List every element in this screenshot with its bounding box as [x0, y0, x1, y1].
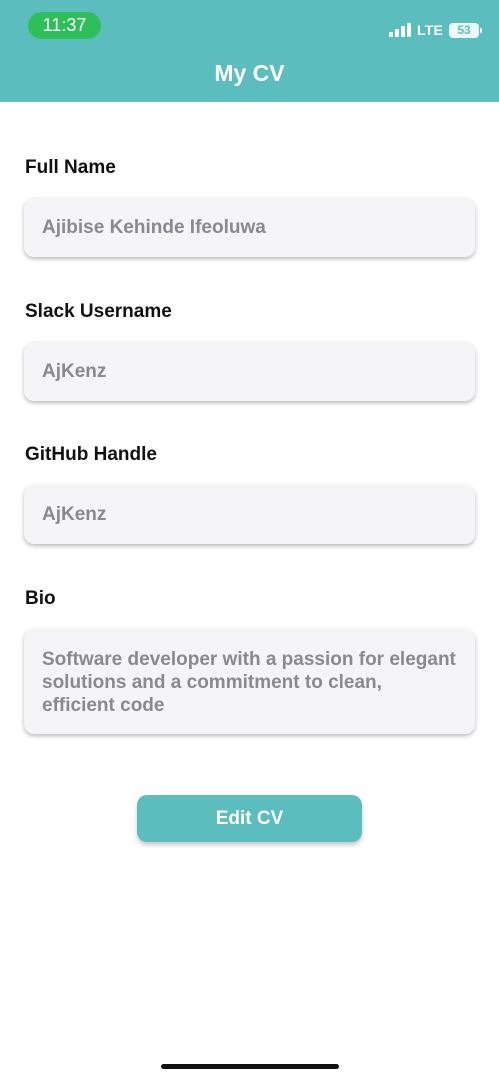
- home-indicator[interactable]: [161, 1064, 339, 1069]
- github-handle-field[interactable]: AjKenz: [24, 485, 475, 544]
- bio-label: Bio: [25, 588, 56, 609]
- battery-icon: 53: [449, 22, 482, 38]
- full-name-label: Full Name: [25, 157, 116, 178]
- slack-username-label: Slack Username: [25, 301, 172, 322]
- my-cv-screen: 11:37 LTE 53 My CV Full Name Ajibise Keh…: [0, 0, 499, 1080]
- status-indicators: LTE 53: [388, 20, 482, 40]
- app-bar: 11:37 LTE 53 My CV: [0, 0, 499, 102]
- full-name-field[interactable]: Ajibise Kehinde Ifeoluwa: [24, 198, 475, 257]
- page-title: My CV: [214, 60, 285, 86]
- signal-icon: [388, 23, 411, 37]
- github-handle-label: GitHub Handle: [25, 444, 157, 465]
- bio-field[interactable]: Software developer with a passion for el…: [24, 629, 475, 734]
- slack-username-field[interactable]: AjKenz: [24, 342, 475, 401]
- status-time: 11:37: [28, 12, 101, 39]
- edit-cv-button[interactable]: Edit CV: [137, 795, 362, 842]
- network-type: LTE: [416, 22, 443, 38]
